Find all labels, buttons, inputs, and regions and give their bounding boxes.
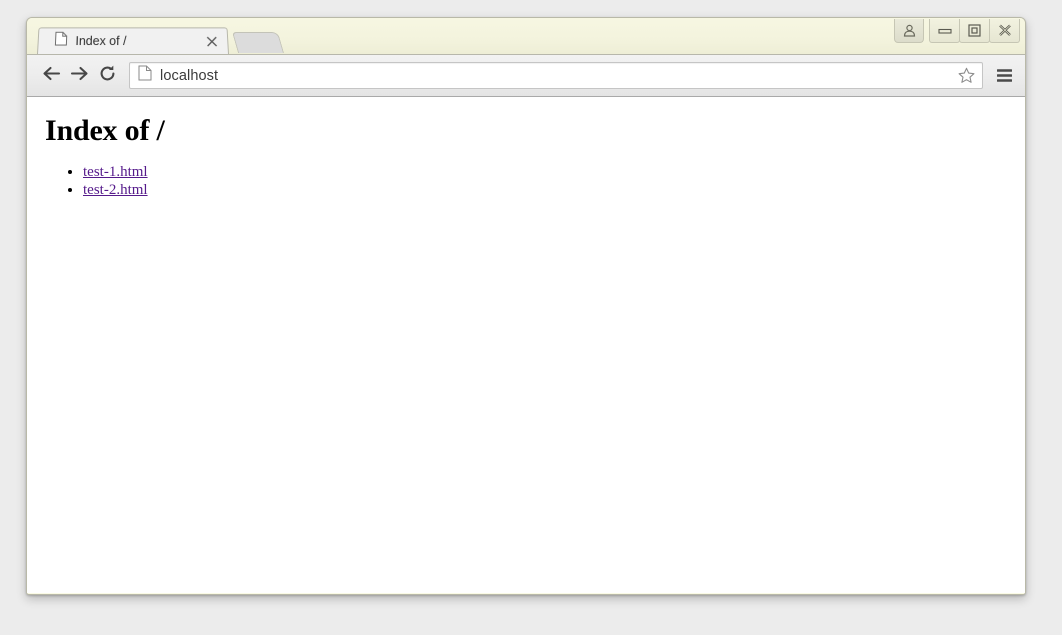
hamburger-menu-icon[interactable] [991, 62, 1017, 90]
title-bar: Index of / [27, 18, 1025, 54]
arrow-right-icon [70, 65, 89, 87]
file-link-test-2[interactable]: test-2.html [83, 182, 148, 198]
page-viewport: Index of / test-1.html test-2.html [27, 97, 1025, 593]
browser-window: Index of / localhost Index of / • test-1… [26, 17, 1026, 595]
star-icon[interactable] [956, 66, 976, 86]
reload-button[interactable] [93, 62, 121, 90]
browser-tab-index-of[interactable]: Index of / [37, 27, 229, 54]
maximize-button[interactable] [959, 19, 990, 43]
close-button[interactable] [989, 19, 1020, 43]
file-list: test-1.html test-2.html [35, 163, 1017, 199]
tab-title: Index of / [75, 34, 127, 49]
back-button[interactable] [37, 62, 65, 90]
arrow-left-icon [42, 65, 61, 87]
list-item: test-2.html [83, 181, 1017, 199]
window-controls [894, 19, 1020, 45]
forward-button[interactable] [65, 62, 93, 90]
file-link-test-1[interactable]: test-1.html [83, 164, 148, 180]
page-title: Index of / [45, 114, 165, 147]
new-tab-button[interactable] [231, 32, 285, 53]
minimize-button[interactable] [929, 19, 960, 43]
address-bar-text[interactable]: localhost [160, 68, 956, 84]
page-icon [54, 31, 68, 51]
directory-index-page: Index of / test-1.html test-2.html [27, 114, 1025, 199]
close-icon[interactable] [203, 33, 220, 49]
list-item: test-1.html [83, 163, 1017, 181]
profile-avatar-button[interactable] [894, 19, 924, 43]
address-bar[interactable]: localhost [129, 62, 983, 89]
reload-icon [98, 64, 117, 88]
page-icon [138, 65, 152, 86]
tab-strip: Index of / [37, 26, 285, 54]
browser-toolbar: localhost [27, 54, 1025, 97]
